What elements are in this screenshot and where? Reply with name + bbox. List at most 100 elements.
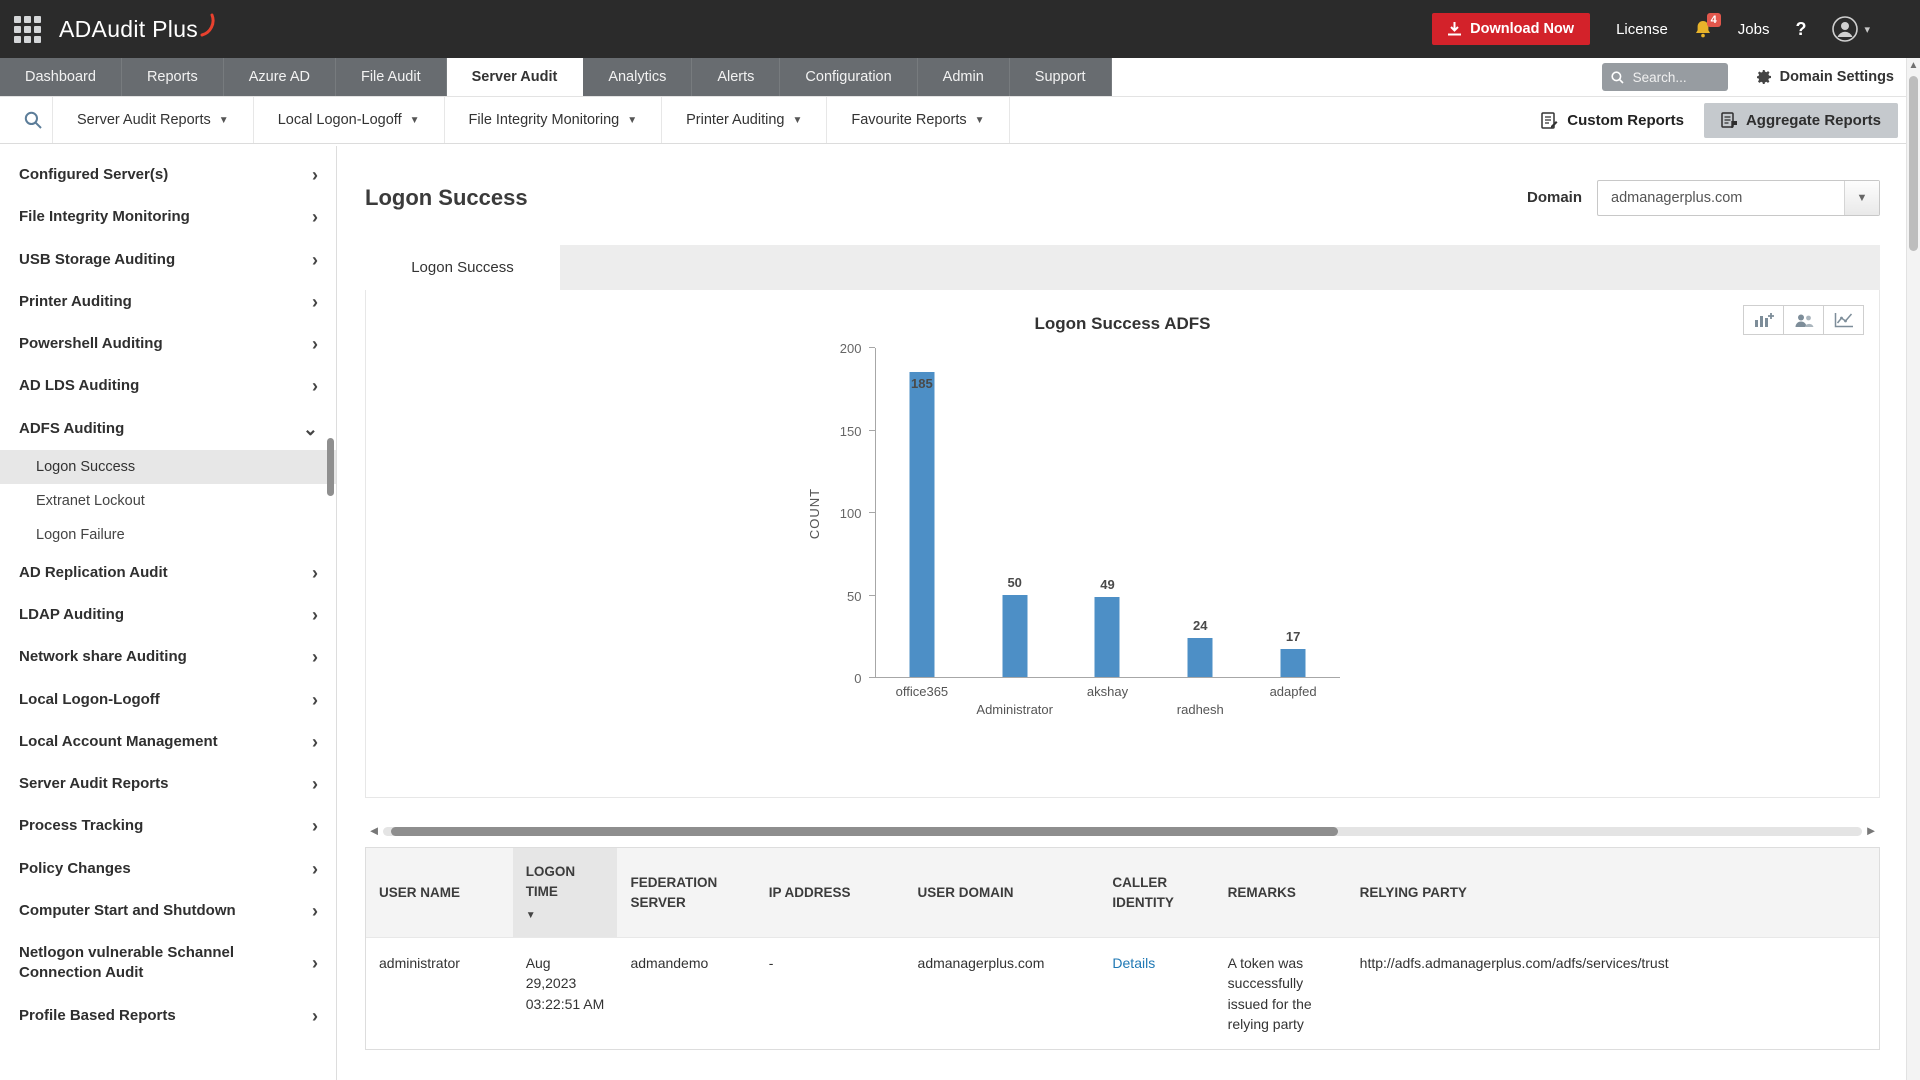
bar-slot-akshay: 49akshay xyxy=(1061,348,1154,677)
report-search-button[interactable] xyxy=(14,97,52,143)
table-header-row: USER NAMELOGON TIME▼FEDERATION SERVERIP … xyxy=(366,848,1879,937)
column-header-remarks[interactable]: REMARKS xyxy=(1215,848,1347,937)
tab-logon-success[interactable]: Logon Success xyxy=(365,245,560,290)
sidebar-item-netlogon-vulnerable-schannel-connection-audit[interactable]: Netlogon vulnerable Schannel Connection … xyxy=(0,932,336,995)
column-header-caller-identity[interactable]: CALLER IDENTITY xyxy=(1099,848,1214,937)
bar-administrator[interactable] xyxy=(1002,595,1027,678)
domain-settings-button[interactable]: Domain Settings xyxy=(1756,69,1894,85)
nav-tab-reports[interactable]: Reports xyxy=(122,58,224,96)
column-header-ip-address[interactable]: IP ADDRESS xyxy=(756,848,905,937)
toolbar-menu-local-logon-logoff[interactable]: Local Logon-Logoff▼ xyxy=(254,97,445,143)
sidebar-item-computer-start-and-shutdown[interactable]: Computer Start and Shutdown› xyxy=(0,890,336,932)
sidebar-item-policy-changes[interactable]: Policy Changes› xyxy=(0,848,336,890)
column-header-user-domain[interactable]: USER DOMAIN xyxy=(905,848,1100,937)
details-link[interactable]: Details xyxy=(1112,955,1155,971)
sidebar-item-powershell-auditing[interactable]: Powershell Auditing› xyxy=(0,323,336,365)
license-link[interactable]: License xyxy=(1616,21,1668,38)
scroll-right-icon[interactable]: ► xyxy=(1862,824,1880,838)
nav-tab-azure-ad[interactable]: Azure AD xyxy=(224,58,336,96)
sidebar-item-usb-storage-auditing[interactable]: USB Storage Auditing› xyxy=(0,239,336,281)
notifications-button[interactable]: 4 xyxy=(1694,20,1712,39)
nav-tab-dashboard[interactable]: Dashboard xyxy=(0,58,122,96)
nav-tab-analytics[interactable]: Analytics xyxy=(583,58,692,96)
toolbar-menu-favourite-reports[interactable]: Favourite Reports▼ xyxy=(827,97,1009,143)
chevron-right-icon: › xyxy=(312,735,318,749)
vscroll-thumb[interactable] xyxy=(1909,76,1918,251)
sidebar-item-printer-auditing[interactable]: Printer Auditing› xyxy=(0,281,336,323)
sort-desc-icon[interactable]: ▼ xyxy=(526,909,605,924)
aggregate-reports-button[interactable]: Aggregate Reports xyxy=(1704,103,1898,138)
sidebar-item-local-account-management[interactable]: Local Account Management› xyxy=(0,721,336,763)
line-chart-icon[interactable] xyxy=(1823,305,1864,335)
y-tick-label: 200 xyxy=(840,341,862,356)
sidebar-item-profile-based-reports[interactable]: Profile Based Reports› xyxy=(0,995,336,1037)
hscroll-thumb[interactable] xyxy=(391,827,1338,836)
bar-radhesh[interactable] xyxy=(1188,638,1213,678)
y-tick-label: 150 xyxy=(840,424,862,439)
sidebar-item-configured-server-s[interactable]: Configured Server(s)› xyxy=(0,154,336,196)
bar-akshay[interactable] xyxy=(1095,597,1120,678)
bar-office365[interactable] xyxy=(909,372,934,677)
download-now-button[interactable]: Download Now xyxy=(1432,13,1590,45)
bar-value-label: 50 xyxy=(1007,575,1021,590)
help-button[interactable]: ? xyxy=(1795,19,1806,40)
user-menu[interactable]: ▾ xyxy=(1832,16,1870,42)
domain-label: Domain xyxy=(1527,189,1582,206)
toolbar-menus: Server Audit Reports▼Local Logon-Logoff▼… xyxy=(52,97,1010,143)
nav-tab-support[interactable]: Support xyxy=(1010,58,1112,96)
nav-tab-configuration[interactable]: Configuration xyxy=(780,58,917,96)
users-icon[interactable] xyxy=(1783,305,1824,335)
sidebar-item-label: Computer Start and Shutdown xyxy=(19,901,236,921)
custom-reports-label: Custom Reports xyxy=(1567,112,1684,129)
nav-tab-alerts[interactable]: Alerts xyxy=(692,58,780,96)
search-input[interactable] xyxy=(1631,69,1717,86)
sidebar-sublist: Logon SuccessExtranet LockoutLogon Failu… xyxy=(0,450,336,552)
table-body: administratorAug 29,2023 03:22:51 AMadma… xyxy=(366,938,1879,1050)
chart-toolbar xyxy=(1744,305,1864,335)
sidebar-item-local-logon-logoff[interactable]: Local Logon-Logoff› xyxy=(0,679,336,721)
hscroll-track[interactable] xyxy=(383,827,1862,836)
column-header-federation-server[interactable]: FEDERATION SERVER xyxy=(617,848,755,937)
column-header-logon-time[interactable]: LOGON TIME▼ xyxy=(513,848,618,937)
sidebar-item-label: USB Storage Auditing xyxy=(19,250,175,270)
sidebar-item-server-audit-reports[interactable]: Server Audit Reports› xyxy=(0,763,336,805)
toolbar-menu-server-audit-reports[interactable]: Server Audit Reports▼ xyxy=(52,97,254,143)
sidebar-item-adfs-auditing[interactable]: ADFS Auditing⌄ xyxy=(0,408,336,450)
sidebar-item-network-share-auditing[interactable]: Network share Auditing› xyxy=(0,636,336,678)
nav-tab-file-audit[interactable]: File Audit xyxy=(336,58,447,96)
jobs-link[interactable]: Jobs xyxy=(1738,21,1770,38)
chevron-right-icon: › xyxy=(312,295,318,309)
toolbar-menu-printer-auditing[interactable]: Printer Auditing▼ xyxy=(662,97,827,143)
bar-adapfed[interactable] xyxy=(1281,649,1306,677)
chevron-down-icon: ▾ xyxy=(1864,23,1870,36)
scroll-up-icon[interactable]: ▲ xyxy=(1907,58,1920,71)
nav-tab-server-audit[interactable]: Server Audit xyxy=(447,58,584,96)
chevron-down-icon: ▼ xyxy=(975,115,985,126)
add-chart-icon[interactable] xyxy=(1743,305,1784,335)
sidebar-subitem-extranet-lockout[interactable]: Extranet Lockout xyxy=(0,484,336,518)
app-launcher-icon[interactable] xyxy=(14,16,41,43)
sidebar-item-ad-replication-audit[interactable]: AD Replication Audit› xyxy=(0,552,336,594)
sidebar-item-ldap-auditing[interactable]: LDAP Auditing› xyxy=(0,594,336,636)
sidebar-scrollbar[interactable] xyxy=(327,438,334,496)
cell-remarks: A token was successfully issued for the … xyxy=(1215,938,1347,1050)
nav-tab-admin[interactable]: Admin xyxy=(918,58,1010,96)
scroll-left-icon[interactable]: ◄ xyxy=(365,824,383,838)
content: Logon Success Domain admanagerplus.com ▼… xyxy=(337,146,1906,1080)
sidebar-item-file-integrity-monitoring[interactable]: File Integrity Monitoring› xyxy=(0,196,336,238)
y-tick-label: 100 xyxy=(840,506,862,521)
sidebar-item-process-tracking[interactable]: Process Tracking› xyxy=(0,805,336,847)
custom-reports-button[interactable]: Custom Reports xyxy=(1541,112,1684,129)
bar-value-label: 17 xyxy=(1286,629,1300,644)
domain-select[interactable]: admanagerplus.com ▼ xyxy=(1597,180,1880,216)
column-header-relying-party[interactable]: RELYING PARTY xyxy=(1347,848,1879,937)
sidebar-item-label: Powershell Auditing xyxy=(19,334,163,354)
sidebar-subitem-logon-failure[interactable]: Logon Failure xyxy=(0,518,336,552)
column-header-user-name[interactable]: USER NAME xyxy=(366,848,513,937)
sidebar-subitem-logon-success[interactable]: Logon Success xyxy=(0,450,336,484)
sidebar-item-ad-lds-auditing[interactable]: AD LDS Auditing› xyxy=(0,365,336,407)
global-search[interactable] xyxy=(1602,63,1728,91)
sidebar-item-label: Server Audit Reports xyxy=(19,774,168,794)
vertical-scrollbar[interactable]: ▲ xyxy=(1906,58,1920,1080)
toolbar-menu-file-integrity-monitoring[interactable]: File Integrity Monitoring▼ xyxy=(445,97,663,143)
